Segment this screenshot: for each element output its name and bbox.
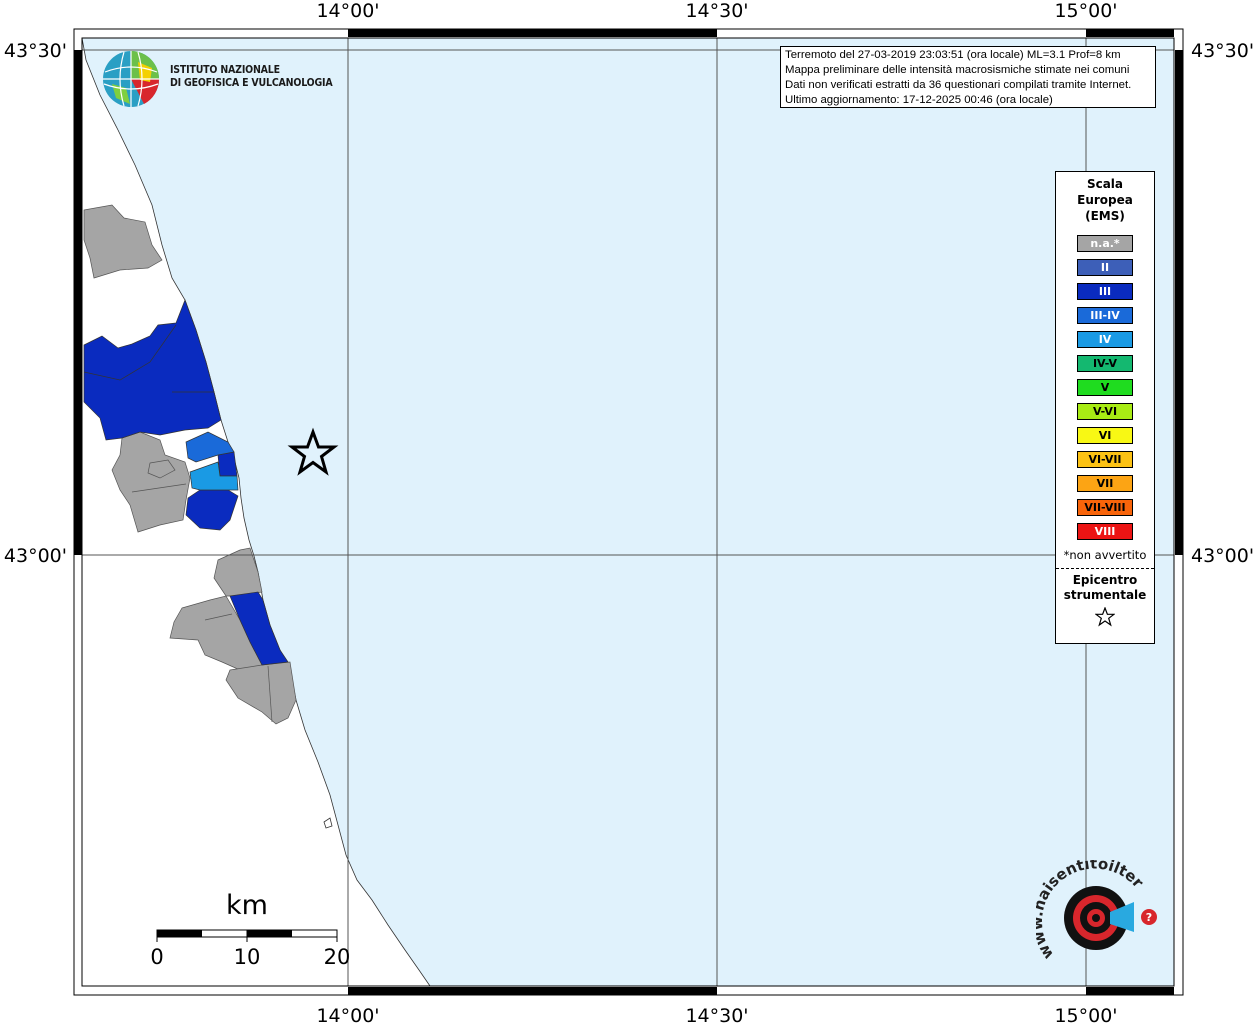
lon-label-bottom-2: 14°30' (685, 1005, 748, 1024)
scale-tick-20: 20 (324, 945, 351, 969)
lon-label-top-1: 14°00' (316, 0, 379, 22)
legend-title-line1: Scala (1086, 177, 1124, 191)
lon-label-bottom-1: 14°00' (316, 1005, 379, 1024)
legend-item-v: V (1077, 379, 1133, 396)
earthquake-info-box: Terremoto del 27-03-2019 23:03:51 (ora l… (780, 46, 1156, 108)
institute-name: ISTITUTO NAZIONALE DI GEOFISICA E VULCAN… (170, 64, 333, 90)
legend-epicenter-line1: Epicentro (1072, 573, 1138, 587)
lat-label-left-2: 43°00' (4, 545, 67, 567)
lat-label-left-1: 43°30' (4, 40, 67, 62)
haisentito-logo-icon: ? www.haisentitoilterremoto.it (1028, 846, 1157, 963)
scale-unit: km (226, 890, 268, 921)
legend-item-iv: IV (1077, 331, 1133, 348)
legend-item-iiiiv: III-IV (1077, 307, 1133, 324)
info-line-1: Terremoto del 27-03-2019 23:03:51 (ora l… (785, 49, 1121, 61)
haisentito-logo: ? www.haisentitoilterremoto.it (1028, 846, 1161, 975)
legend-title-line2: Europea (1077, 193, 1133, 207)
info-line-3: Dati non verificati estratti da 36 quest… (785, 79, 1132, 91)
legend-item-iii: III (1077, 283, 1133, 300)
legend-items: n.a.* II III III-IV IV IV-V V V-VI VI VI-VII VII VI… (1056, 235, 1154, 540)
legend-item-vvi: V-VI (1077, 403, 1133, 420)
legend-star (1056, 606, 1154, 631)
lon-label-top-2: 14°30' (685, 0, 748, 22)
legend-title-line3: (EMS) (1085, 209, 1125, 223)
legend-title: Scala Europea (EMS) (1056, 176, 1154, 224)
ingv-globe-icon (103, 51, 160, 107)
lon-label-top-3: 15°00' (1054, 0, 1117, 22)
legend-note: *non avvertito (1063, 548, 1147, 562)
legend-star-icon (1094, 606, 1116, 627)
legend-item-viiviii: VII-VIII (1077, 499, 1133, 516)
legend-item-ii: II (1077, 259, 1133, 276)
legend-item-ivv: IV-V (1077, 355, 1133, 372)
scale-tick-0: 0 (150, 945, 163, 969)
municipality-intensity-III-east (217, 451, 238, 477)
legend-separator (1056, 568, 1154, 569)
svg-text:?: ? (1146, 911, 1152, 924)
institute-name-line1: ISTITUTO NAZIONALE (170, 64, 280, 76)
legend-epicenter-line2: strumentale (1063, 588, 1147, 602)
legend-item-vii: VII (1077, 475, 1133, 492)
info-line-2: Mappa preliminare delle intensità macros… (785, 64, 1130, 76)
legend-epicenter-label: Epicentro strumentale (1056, 573, 1154, 603)
institute-name-line2: DI GEOFISICA E VULCANOLOGIA (170, 77, 333, 89)
legend-item-viii: VIII (1077, 523, 1133, 540)
lat-label-right-2: 43°00' (1191, 545, 1254, 567)
intensity-legend: Scala Europea (EMS) n.a.* II III III-IV IV IV… (1055, 171, 1155, 644)
scale-tick-10: 10 (234, 945, 261, 969)
legend-item-na: n.a.* (1077, 235, 1133, 252)
legend-item-vi: VI (1077, 427, 1133, 444)
info-line-4: Ultimo aggiornamento: 17-12-2025 00:46 (… (785, 94, 1053, 106)
legend-item-vivii: VI-VII (1077, 451, 1133, 468)
lat-label-right-1: 43°30' (1191, 40, 1254, 62)
lon-label-bottom-3: 15°00' (1054, 1005, 1117, 1024)
